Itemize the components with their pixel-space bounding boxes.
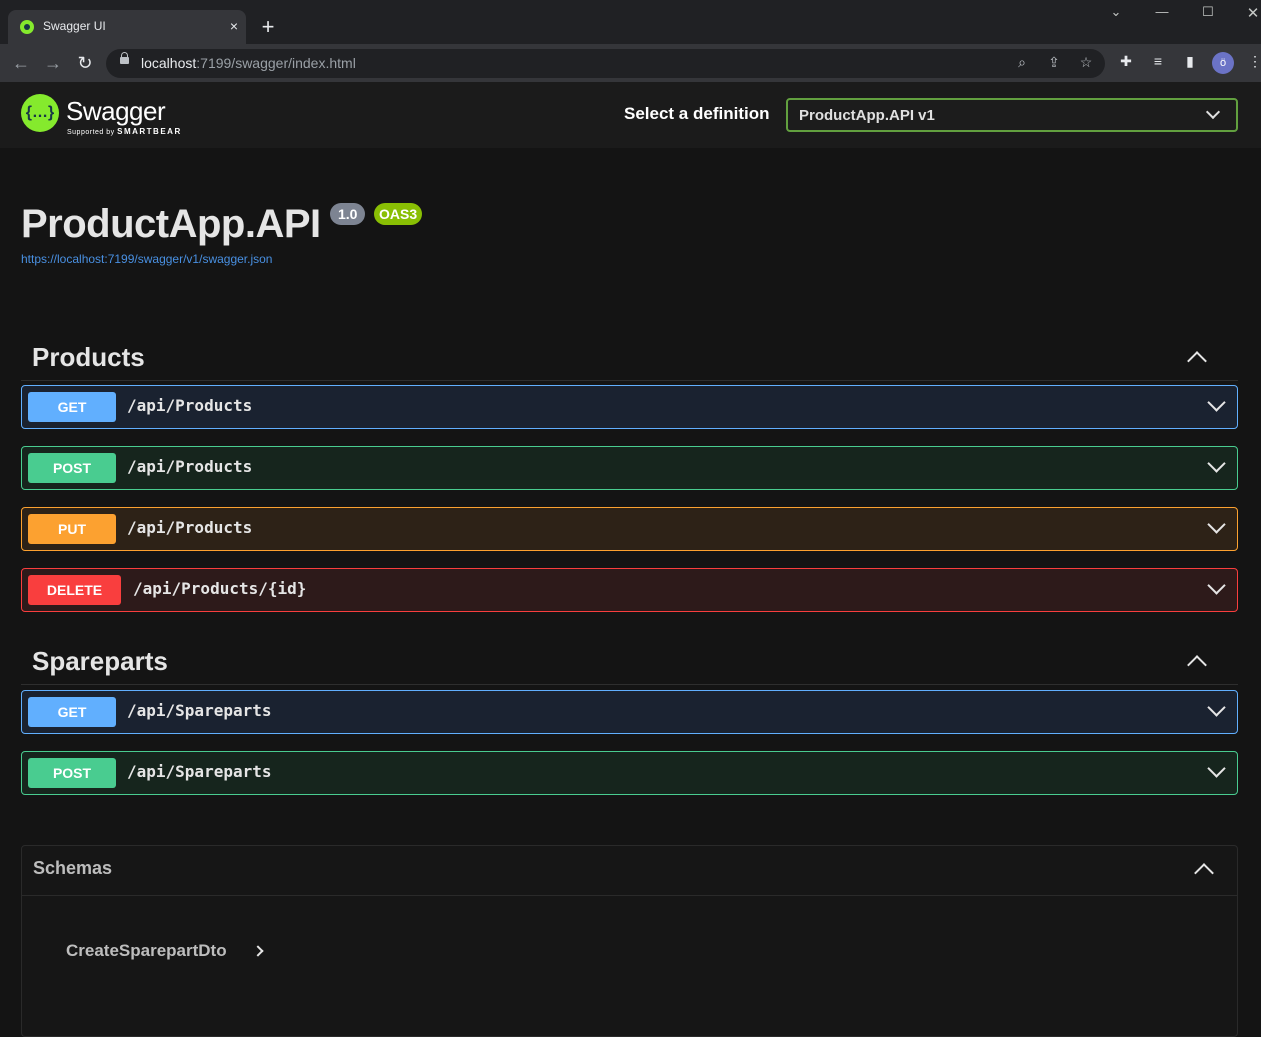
new-tab-button[interactable]: + <box>256 16 280 40</box>
reading-list-icon[interactable]: ≡ <box>1149 53 1167 69</box>
method-badge: GET <box>28 392 116 422</box>
minimize-icon[interactable]: — <box>1152 4 1172 19</box>
share-icon[interactable]: ⇪ <box>1045 54 1063 71</box>
swagger-logo-text: Swagger <box>66 96 166 126</box>
url-path: :7199/swagger/index.html <box>196 55 356 71</box>
operation-post-products[interactable]: POST /api/Products <box>21 446 1238 490</box>
lock-icon[interactable] <box>120 52 129 64</box>
method-badge: GET <box>28 697 116 727</box>
tab-title: Swagger UI <box>43 19 106 33</box>
side-panel-icon[interactable]: ▮ <box>1181 53 1199 70</box>
logo-sub-brand: SMARTBEAR <box>117 127 182 136</box>
browser-tabstrip: Swagger UI × + ⌄ — ☐ ✕ <box>0 0 1261 44</box>
method-badge: POST <box>28 453 116 483</box>
url-text: localhost:7199/swagger/index.html <box>141 55 356 71</box>
schemas-section: Schemas CreateSparepartDto <box>21 845 1238 1037</box>
chevron-up-icon[interactable] <box>1194 863 1214 883</box>
chevron-down-icon[interactable] <box>1207 515 1226 534</box>
chevron-up-icon[interactable] <box>1187 655 1207 675</box>
chevron-down-icon[interactable] <box>1207 576 1226 595</box>
bookmark-star-icon[interactable]: ☆ <box>1077 54 1095 71</box>
chevron-down-icon[interactable] <box>1207 698 1226 717</box>
chevron-up-icon[interactable] <box>1187 351 1207 371</box>
operation-get-spareparts[interactable]: GET /api/Spareparts <box>21 690 1238 734</box>
schemas-header[interactable]: Schemas <box>22 846 1237 896</box>
tag-header-products[interactable]: Products <box>21 332 1238 381</box>
model-name[interactable]: CreateSparepartDto <box>66 941 227 961</box>
operation-post-spareparts[interactable]: POST /api/Spareparts <box>21 751 1238 795</box>
swagger-logo-subtitle: Supported by SMARTBEAR <box>67 127 182 136</box>
browser-tab[interactable]: Swagger UI × <box>8 10 246 44</box>
back-icon[interactable]: ← <box>10 52 32 74</box>
method-badge: POST <box>28 758 116 788</box>
spec-json-link[interactable]: https://localhost:7199/swagger/v1/swagge… <box>21 252 272 266</box>
definition-label: Select a definition <box>624 104 770 123</box>
logo-sub-label: Supported by <box>67 129 115 136</box>
swagger-topbar: {…} Swagger Supported by SMARTBEAR Selec… <box>0 82 1261 148</box>
operation-path: /api/Products/{id} <box>133 579 307 598</box>
tag-title: Spareparts <box>32 646 168 676</box>
operation-path: /api/Spareparts <box>127 701 272 720</box>
tab-search-icon[interactable]: ⌄ <box>1106 4 1126 20</box>
zoom-icon[interactable]: ⌕ <box>1013 54 1031 71</box>
chevron-down-icon[interactable] <box>1207 454 1226 473</box>
operation-get-products[interactable]: GET /api/Products <box>21 385 1238 429</box>
chevron-down-icon <box>1205 104 1221 120</box>
close-tab-icon[interactable]: × <box>230 17 238 35</box>
operation-put-products[interactable]: PUT /api/Products <box>21 507 1238 551</box>
chevron-right-icon[interactable] <box>252 945 264 957</box>
extensions-icon[interactable]: ✚ <box>1117 53 1135 70</box>
method-badge: PUT <box>28 514 116 544</box>
operation-delete-product[interactable]: DELETE /api/Products/{id} <box>21 568 1238 612</box>
tag-title: Products <box>32 342 145 372</box>
oas-badge: OAS3 <box>374 203 423 225</box>
definition-select[interactable]: ProductApp.API v1 <box>786 98 1238 132</box>
schemas-title: Schemas <box>33 858 113 878</box>
address-bar[interactable]: localhost:7199/swagger/index.html ⌕ ⇪ ☆ <box>106 49 1105 78</box>
operation-path: /api/Spareparts <box>127 762 272 781</box>
method-badge: DELETE <box>28 575 121 605</box>
browser-menu-icon[interactable]: ⋮ <box>1246 53 1261 70</box>
swagger-logo-icon[interactable]: {…} <box>21 94 59 132</box>
version-badge: 1.0 <box>330 203 366 225</box>
swagger-favicon-icon <box>20 20 34 34</box>
definition-select-value: ProductApp.API v1 <box>799 107 935 124</box>
reload-icon[interactable]: ↻ <box>74 52 96 74</box>
tag-header-spareparts[interactable]: Spareparts <box>21 636 1238 685</box>
api-title: ProductApp.API <box>21 202 321 246</box>
browser-toolbar: ← → ↻ localhost:7199/swagger/index.html … <box>0 44 1261 82</box>
forward-icon[interactable]: → <box>42 52 64 74</box>
operation-path: /api/Products <box>127 457 253 476</box>
window-close-icon[interactable]: ✕ <box>1243 4 1261 22</box>
profile-avatar[interactable]: ö <box>1212 52 1234 74</box>
operation-path: /api/Products <box>127 518 253 537</box>
chevron-down-icon[interactable] <box>1207 759 1226 778</box>
operation-path: /api/Products <box>127 396 253 415</box>
chevron-down-icon[interactable] <box>1207 393 1226 412</box>
url-host: localhost <box>141 55 197 71</box>
maximize-icon[interactable]: ☐ <box>1198 4 1218 20</box>
